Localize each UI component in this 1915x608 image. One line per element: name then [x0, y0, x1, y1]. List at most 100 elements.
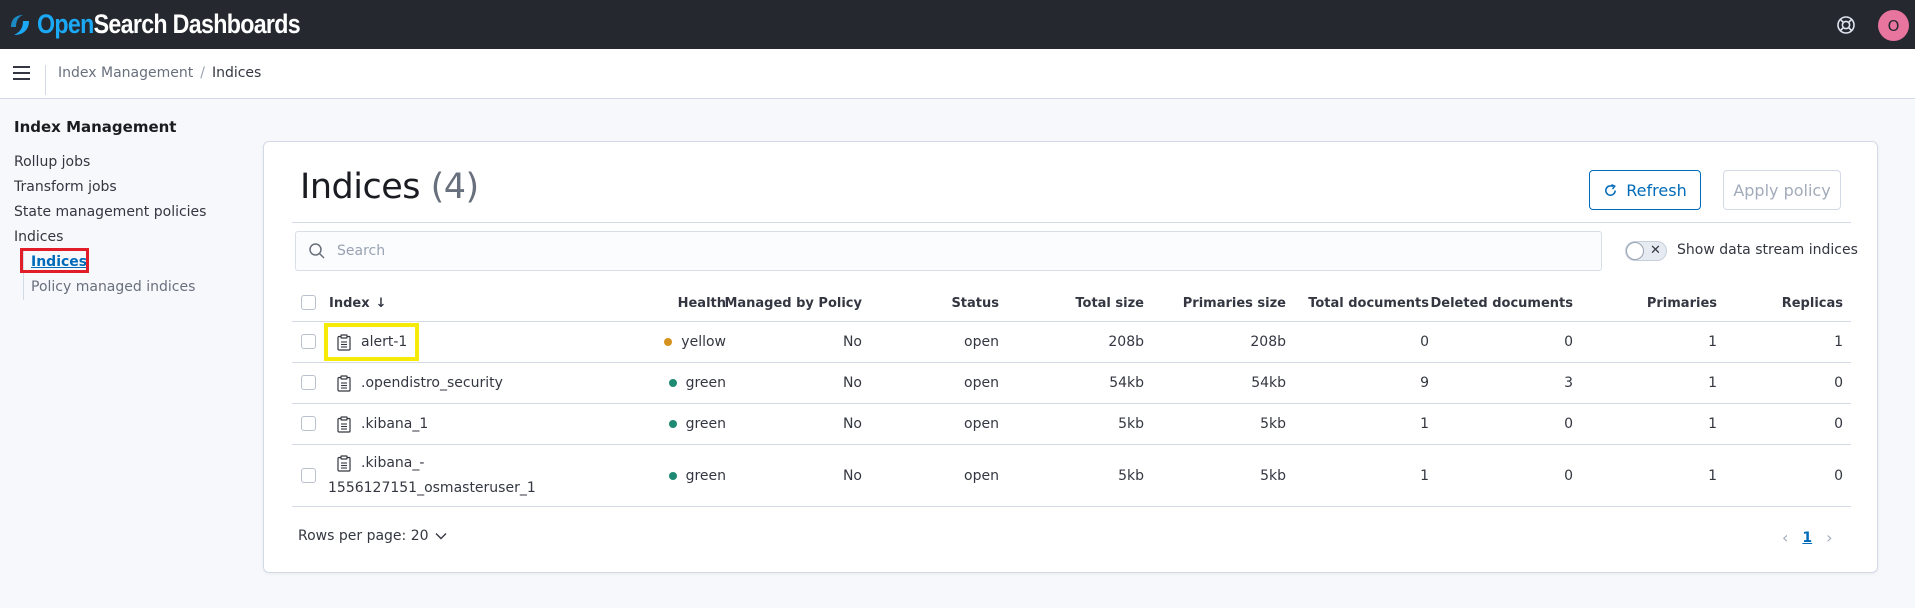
- toggle-knob: [1626, 242, 1644, 260]
- health-cell: yellow: [632, 322, 726, 362]
- side-nav-title: Index Management: [14, 118, 177, 136]
- index-name[interactable]: .opendistro_security: [361, 375, 503, 391]
- deleted-documents-cell: 3: [1564, 375, 1573, 391]
- breadcrumb-divider: [45, 65, 46, 95]
- replicas-cell: 0: [1834, 416, 1843, 432]
- column-header-managed[interactable]: Managed by Policy: [724, 285, 862, 321]
- indices-panel: Indices (4) Refresh Apply policy ✕ Show …: [263, 141, 1878, 573]
- chevron-down-icon: [435, 533, 447, 540]
- search-icon: [309, 243, 325, 259]
- search-input[interactable]: [337, 243, 1537, 259]
- page-number-button[interactable]: 1: [1802, 530, 1812, 546]
- index-document-icon: [337, 374, 351, 392]
- managed-cell: No: [842, 334, 862, 350]
- column-header-total-size[interactable]: Total size: [1012, 285, 1144, 321]
- total-documents-cell: 1: [1420, 416, 1429, 432]
- health-dot-green: [668, 420, 677, 428]
- table-row: .kibana_- 1556127151_osmasteruser_1 gree…: [292, 445, 1851, 507]
- breadcrumb-separator: /: [200, 65, 205, 81]
- table-header-row: Index ↓ Health Managed by Policy Status T…: [292, 285, 1851, 322]
- row-checkbox[interactable]: [301, 375, 316, 390]
- title-divider: [292, 222, 1851, 223]
- next-page-icon[interactable]: ›: [1826, 528, 1832, 547]
- nav-item-state-management-policies[interactable]: State management policies: [14, 200, 244, 225]
- nav-item-indices[interactable]: Indices: [14, 225, 244, 250]
- column-header-index[interactable]: Index ↓: [329, 285, 569, 321]
- health-cell: green: [632, 404, 726, 444]
- primaries-size-cell: 5kb: [1260, 467, 1286, 484]
- primaries-cell: 1: [1708, 467, 1717, 484]
- row-checkbox[interactable]: [301, 467, 316, 483]
- table-row: alert-1 yellow No open 208b 208b 0 0 1 1: [292, 322, 1851, 363]
- managed-cell: No: [842, 416, 862, 432]
- index-cell[interactable]: .opendistro_security: [328, 363, 568, 403]
- indices-table: Index ↓ Health Managed by Policy Status T…: [292, 285, 1851, 507]
- index-name-continued[interactable]: 1556127151_osmasteruser_1: [328, 477, 536, 499]
- opensearch-mark-icon: [11, 14, 29, 35]
- status-cell: open: [964, 375, 999, 391]
- nav-item-rollup-jobs[interactable]: Rollup jobs: [14, 150, 244, 175]
- nav-item-transform-jobs[interactable]: Transform jobs: [14, 175, 244, 200]
- deleted-documents-cell: 0: [1564, 467, 1573, 484]
- refresh-button[interactable]: Refresh: [1589, 170, 1701, 210]
- deleted-documents-cell: 0: [1564, 334, 1573, 350]
- index-name[interactable]: .kibana_1: [361, 416, 428, 432]
- sort-arrow-down-icon: ↓: [375, 295, 387, 311]
- primaries-size-cell: 5kb: [1260, 416, 1286, 432]
- health-cell: green: [632, 363, 726, 403]
- health-dot-green: [668, 379, 677, 387]
- breadcrumb-index-management[interactable]: Index Management: [58, 65, 193, 81]
- health-cell: green: [632, 445, 726, 506]
- breadcrumb-bar: Index Management / Indices: [0, 49, 1915, 99]
- breadcrumb-indices: Indices: [211, 65, 262, 81]
- previous-page-icon[interactable]: ‹: [1782, 528, 1788, 547]
- index-name[interactable]: .kibana_-: [361, 455, 424, 471]
- column-header-status[interactable]: Status: [892, 285, 999, 321]
- top-header: OpenSearch Dashboards O: [0, 0, 1915, 49]
- total-size-cell: 54kb: [1109, 375, 1144, 391]
- page-title: Indices (4): [300, 167, 479, 207]
- nav-sub-item-policy-managed-indices[interactable]: Policy managed indices: [31, 275, 244, 300]
- row-checkbox[interactable]: [301, 334, 316, 349]
- search-box: [295, 231, 1602, 271]
- data-stream-toggle[interactable]: ✕: [1625, 241, 1667, 261]
- total-size-cell: 208b: [1108, 334, 1144, 350]
- primaries-cell: 1: [1708, 416, 1717, 432]
- column-header-primaries-size[interactable]: Primaries size: [1152, 285, 1286, 321]
- opensearch-logo[interactable]: OpenSearch Dashboards: [8, 9, 343, 40]
- select-all-checkbox[interactable]: [301, 295, 316, 310]
- replicas-cell: 0: [1834, 375, 1843, 391]
- health-dot-green: [668, 471, 677, 480]
- help-icon[interactable]: [1836, 15, 1856, 35]
- highlight-box-yellow: [324, 323, 419, 361]
- highlight-box-red: [20, 248, 89, 273]
- apply-policy-button[interactable]: Apply policy: [1723, 170, 1841, 210]
- column-header-total-documents[interactable]: Total documents: [1302, 285, 1429, 321]
- table-row: .opendistro_security green No open 54kb …: [292, 363, 1851, 404]
- total-size-cell: 5kb: [1118, 467, 1144, 484]
- index-document-icon: [337, 415, 351, 433]
- health-dot-yellow: [664, 338, 673, 346]
- status-cell: open: [964, 416, 999, 432]
- rows-per-page-button[interactable]: Rows per page: 20: [298, 528, 447, 544]
- row-checkbox[interactable]: [301, 416, 316, 431]
- index-cell[interactable]: .kibana_1: [328, 404, 568, 444]
- total-documents-cell: 9: [1420, 375, 1429, 391]
- close-icon: ✕: [1650, 243, 1661, 258]
- index-cell[interactable]: .kibana_- 1556127151_osmasteruser_1: [328, 445, 568, 506]
- column-header-deleted-documents[interactable]: Deleted documents: [1430, 285, 1573, 321]
- column-header-primaries[interactable]: Primaries: [1582, 285, 1717, 321]
- deleted-documents-cell: 0: [1564, 416, 1573, 432]
- pagination: ‹ 1 ›: [1782, 528, 1833, 547]
- total-documents-cell: 0: [1420, 334, 1429, 350]
- column-header-replicas[interactable]: Replicas: [1732, 285, 1843, 321]
- menu-icon[interactable]: [13, 66, 30, 81]
- primaries-cell: 1: [1708, 375, 1717, 391]
- column-header-health[interactable]: Health: [632, 285, 726, 321]
- user-avatar[interactable]: O: [1878, 10, 1909, 41]
- primaries-size-cell: 54kb: [1251, 375, 1286, 391]
- primaries-cell: 1: [1708, 334, 1717, 350]
- managed-cell: No: [842, 375, 862, 391]
- total-documents-cell: 1: [1420, 467, 1429, 484]
- status-cell: open: [964, 334, 999, 350]
